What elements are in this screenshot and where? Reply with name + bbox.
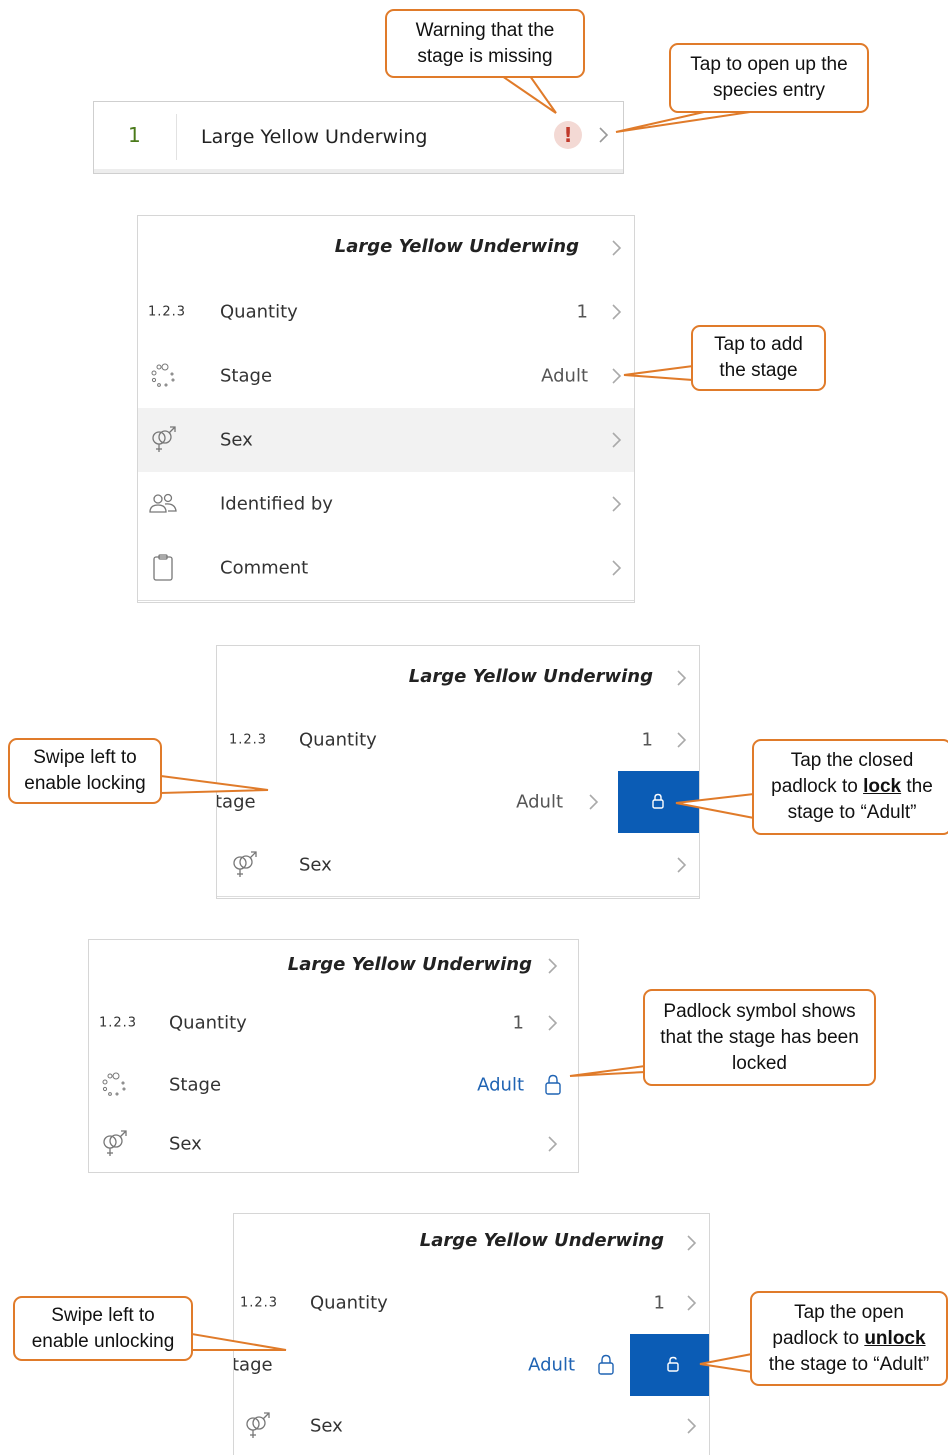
sex-symbol-icon: [246, 1411, 270, 1438]
quantity-label: Quantity: [299, 729, 377, 751]
sex-row[interactable]: Sex: [217, 833, 699, 897]
stage-value: Adult: [541, 365, 588, 387]
species-entry-panel: Large Yellow Underwing 1.2.3 Quantity 1 …: [137, 215, 635, 603]
species-list-row[interactable]: 1 Large Yellow Underwing !: [93, 101, 624, 174]
chevron-right-icon[interactable]: [597, 126, 609, 144]
entry-title-row[interactable]: Large Yellow Underwing: [138, 216, 634, 281]
chevron-right-icon: [677, 856, 687, 873]
sex-symbol-icon: [103, 1130, 127, 1156]
stage-label-truncated: tage: [233, 1354, 273, 1376]
people-icon: [149, 493, 177, 513]
stage-row[interactable]: Stage Adult: [138, 344, 634, 409]
quantity-icon: 1.2.3: [148, 304, 187, 320]
chevron-right-icon: [589, 794, 599, 810]
quantity-label: Quantity: [220, 301, 298, 323]
pointer-open-entry: [615, 111, 751, 133]
sex-row[interactable]: Sex: [234, 1396, 709, 1455]
sex-symbol-icon: [233, 850, 257, 877]
sex-row[interactable]: Sex: [138, 408, 634, 473]
stage-dots-icon: [151, 363, 175, 387]
chevron-right-icon: [612, 560, 622, 576]
swipe-lock-panel: Large Yellow Underwing 1.2.3 Quantity 1 …: [216, 645, 700, 899]
sex-row[interactable]: Sex: [89, 1116, 578, 1172]
stage-label-truncated: tage: [216, 791, 256, 813]
quantity-row[interactable]: 1.2.3 Quantity 1: [89, 992, 578, 1055]
stage-dots-icon: [102, 1072, 126, 1096]
clipboard-icon: [153, 554, 173, 581]
chevron-right-icon: [612, 496, 622, 512]
comment-label: Comment: [220, 557, 309, 579]
padlock-closed-icon: [652, 793, 664, 809]
chevron-right-icon: [612, 368, 622, 384]
unlock-action-button[interactable]: [630, 1334, 709, 1396]
padlock-closed-icon: [598, 1354, 614, 1375]
quantity-label: Quantity: [169, 1012, 247, 1034]
chevron-right-icon: [612, 240, 622, 256]
entry-title: Large Yellow Underwing: [408, 666, 653, 687]
entry-title-row[interactable]: Large Yellow Underwing: [234, 1214, 709, 1273]
chevron-right-icon: [687, 1417, 697, 1434]
lock-action-button[interactable]: [618, 771, 699, 833]
padlock-closed-icon: [545, 1074, 561, 1095]
entry-title: Large Yellow Underwing: [419, 1230, 664, 1251]
callout-open-entry: Tap to open up the species entry: [669, 43, 869, 113]
sex-symbol-icon: [152, 426, 176, 452]
sex-label: Sex: [310, 1415, 343, 1436]
chevron-right-icon: [612, 304, 622, 320]
locked-stage-panel: Large Yellow Underwing 1.2.3 Quantity 1 …: [88, 939, 579, 1173]
chevron-right-icon: [677, 669, 687, 686]
quantity-value: 1: [576, 301, 588, 323]
sex-label: Sex: [220, 429, 253, 451]
stage-row-locked[interactable]: Stage Adult: [89, 1054, 578, 1117]
chevron-right-icon: [677, 732, 687, 748]
species-name: Large Yellow Underwing: [201, 126, 428, 148]
sex-label: Sex: [299, 854, 332, 875]
chevron-right-icon: [612, 432, 622, 448]
chevron-right-icon: [548, 1015, 558, 1031]
quantity-label: Quantity: [310, 1292, 388, 1314]
entry-title-row[interactable]: Large Yellow Underwing: [89, 940, 578, 993]
chevron-right-icon: [548, 958, 558, 974]
stage-row-swiped[interactable]: tage Adult: [234, 1334, 709, 1397]
comment-row[interactable]: Comment: [138, 536, 634, 601]
stage-value-locked: Adult: [528, 1354, 575, 1376]
species-count: 1: [128, 123, 141, 147]
chevron-right-icon: [687, 1295, 697, 1311]
callout-locked: Padlock symbol shows that the stage has …: [643, 989, 876, 1086]
quantity-value: 1: [641, 729, 653, 751]
callout-add-stage: Tap to add the stage: [691, 325, 826, 391]
stage-label: Stage: [220, 365, 273, 387]
identified-by-label: Identified by: [220, 493, 333, 515]
quantity-value: 1: [653, 1292, 665, 1314]
callout-swipe-lock: Swipe left to enable locking: [8, 738, 162, 804]
divider: [176, 114, 177, 160]
quantity-icon: 1.2.3: [240, 1295, 279, 1311]
row-bottom-shadow: [94, 169, 623, 173]
callout-swipe-unlock: Swipe left to enable unlocking: [13, 1296, 193, 1361]
identified-by-row[interactable]: Identified by: [138, 472, 634, 537]
stage-value-locked: Adult: [477, 1074, 524, 1096]
callout-unlock: Tap the open padlock to unlock the stage…: [750, 1291, 948, 1386]
chevron-right-icon: [687, 1235, 697, 1251]
quantity-row[interactable]: 1.2.3 Quantity 1: [234, 1272, 709, 1335]
callout-warning: Warning that the stage is missing: [385, 9, 585, 78]
pointer-locked: [569, 1064, 646, 1077]
quantity-row[interactable]: 1.2.3 Quantity 1: [138, 280, 634, 345]
quantity-row[interactable]: 1.2.3 Quantity 1: [217, 709, 699, 772]
padlock-open-icon: [667, 1356, 679, 1372]
entry-title: Large Yellow Underwing: [334, 236, 579, 257]
chevron-right-icon: [548, 1136, 558, 1152]
quantity-value: 1: [512, 1012, 524, 1034]
callout-lock: Tap the closed padlock to lock the stage…: [752, 739, 948, 835]
swipe-unlock-panel: Large Yellow Underwing 1.2.3 Quantity 1 …: [233, 1213, 710, 1455]
stage-row-swiped[interactable]: tage Adult: [217, 771, 699, 834]
stage-label: Stage: [169, 1074, 222, 1096]
stage-value: Adult: [516, 791, 563, 813]
entry-title-row[interactable]: Large Yellow Underwing: [217, 646, 699, 710]
sex-label: Sex: [169, 1133, 202, 1155]
quantity-icon: 1.2.3: [99, 1015, 138, 1031]
warning-icon[interactable]: !: [554, 121, 582, 149]
entry-title: Large Yellow Underwing: [287, 954, 532, 975]
quantity-icon: 1.2.3: [229, 732, 268, 748]
